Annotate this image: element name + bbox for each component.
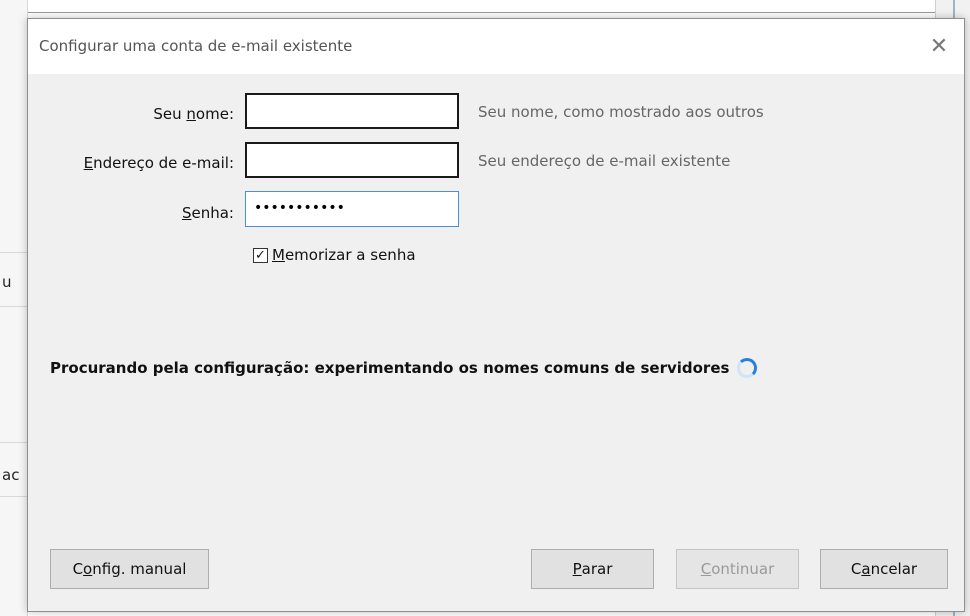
dialog-titlebar: Configurar uma conta de e-mail existente… — [28, 19, 964, 74]
checkmark-icon: ✓ — [255, 247, 266, 263]
background-row-divider — [0, 306, 27, 307]
continue-button[interactable]: Continuar — [676, 549, 799, 589]
email-label: Endereço de e-mail: — [84, 154, 234, 172]
remember-label-part: emorizar a senha — [284, 246, 416, 264]
button-label-part: arar — [581, 560, 613, 578]
name-hint: Seu nome, como mostrado aos outros — [478, 103, 764, 121]
button-label-part: ncelar — [870, 560, 918, 578]
background-divider — [0, 12, 935, 13]
status-text: Procurando pela configuração: experiment… — [50, 359, 730, 377]
spinner-icon — [737, 358, 758, 378]
cancel-button[interactable]: Ca ncelar — [820, 549, 948, 589]
status-message: Procurando pela configuração: experiment… — [50, 358, 758, 378]
button-label-part: C — [850, 560, 862, 578]
name-label-accesskey: n — [186, 105, 196, 123]
background-row-divider — [0, 252, 27, 253]
password-label-part: enha: — [191, 204, 235, 222]
background-fragment-1: u — [2, 273, 12, 291]
email-label-part: ndereço de e-mail: — [93, 154, 234, 172]
checkbox-icon[interactable]: ✓ — [253, 247, 268, 263]
password-input[interactable]: ••••••••••• — [245, 191, 459, 227]
remember-password-checkbox[interactable]: ✓ Memorizar a senha — [253, 246, 416, 264]
name-input[interactable] — [245, 93, 459, 129]
stop-button[interactable]: Parar — [531, 549, 654, 589]
background-row-divider — [0, 496, 27, 497]
email-label-accesskey: E — [83, 154, 94, 172]
button-label-part: ontinuar — [711, 560, 775, 578]
password-masked-value: ••••••••••• — [254, 200, 345, 216]
close-icon[interactable]: ✕ — [914, 19, 964, 74]
background-left-pane: u ac — [0, 0, 28, 616]
name-label: Seu nome: — [153, 105, 234, 123]
name-label-part: Seu — [153, 105, 187, 123]
background-fragment-2: ac — [2, 466, 20, 484]
button-label-accesskey: o — [83, 560, 93, 578]
name-label-part: ome: — [195, 105, 234, 123]
remember-label-accesskey: M — [272, 246, 285, 264]
button-label-accesskey: C — [700, 560, 712, 578]
button-label-accesskey: a — [861, 560, 871, 578]
manual-config-button[interactable]: Co nfig. manual — [50, 549, 209, 589]
button-label-part: nfig. manual — [92, 560, 187, 578]
button-label-accesskey: P — [572, 560, 582, 578]
email-input[interactable] — [245, 142, 459, 178]
password-label: Senha: — [182, 204, 234, 222]
remember-password-label: Memorizar a senha — [272, 246, 416, 264]
password-label-accesskey: S — [181, 204, 192, 222]
background-row-divider — [0, 442, 27, 443]
email-hint: Seu endereço de e-mail existente — [478, 152, 731, 170]
button-label-part: C — [72, 560, 84, 578]
dialog-title: Configurar uma conta de e-mail existente — [39, 37, 353, 55]
account-setup-dialog: Configurar uma conta de e-mail existente… — [27, 18, 965, 612]
